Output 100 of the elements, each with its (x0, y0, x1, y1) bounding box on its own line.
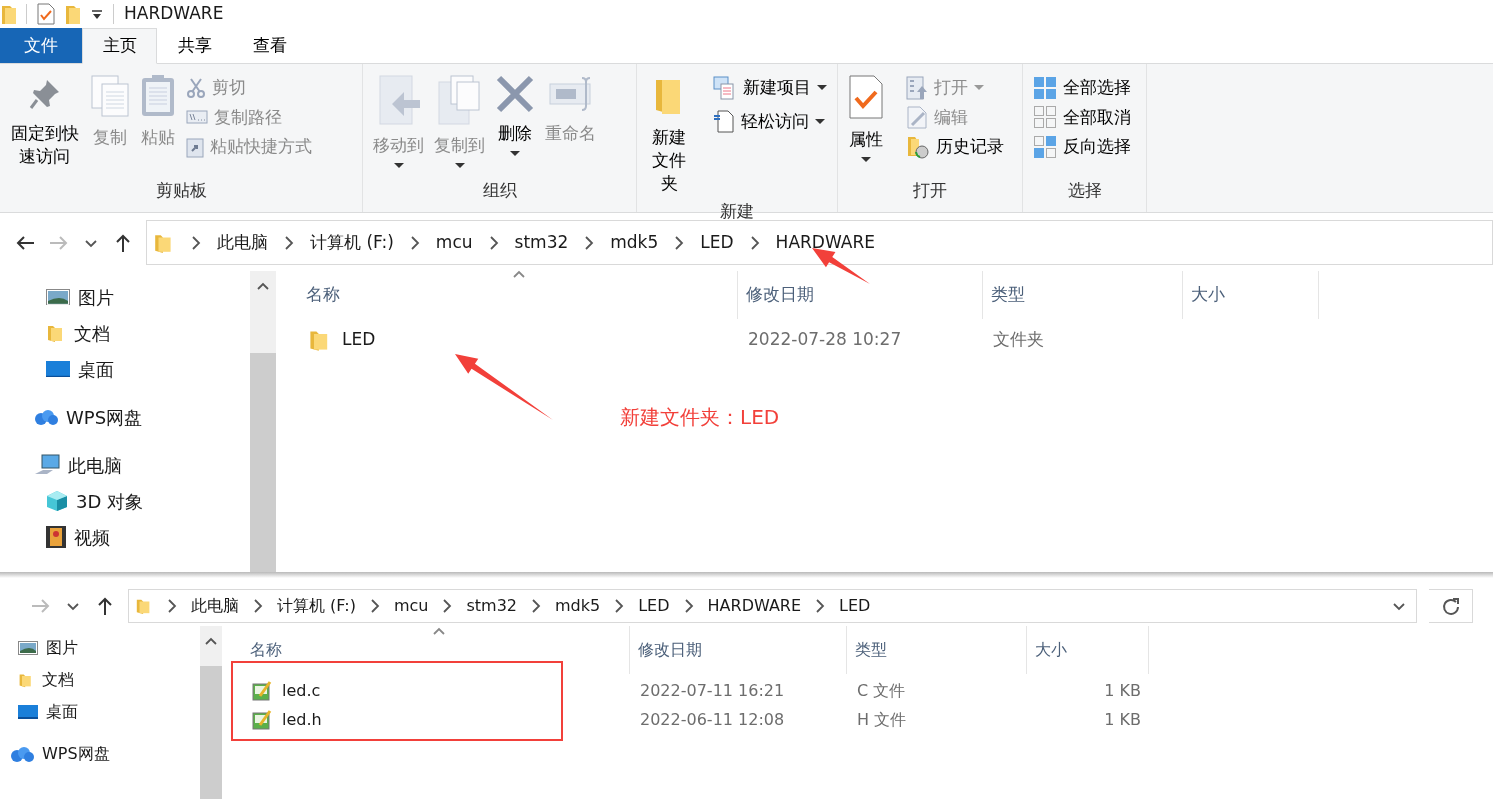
breadcrumb[interactable]: stm32 (514, 229, 569, 256)
cloud-icon (10, 746, 34, 762)
folder-icon (2, 3, 16, 25)
breadcrumb[interactable]: 计算机 (F:) (310, 229, 394, 256)
file-item[interactable]: LED (300, 327, 740, 353)
scrollbar-thumb[interactable] (250, 353, 276, 572)
ribbon-button[interactable]: 历史记录 (904, 133, 1006, 161)
ribbon-button[interactable]: 轻松访问 (711, 107, 829, 135)
breadcrumb[interactable]: LED (638, 594, 670, 618)
nav-item[interactable]: 此电脑 (0, 447, 250, 483)
nav-item[interactable]: 视频 (0, 519, 250, 555)
documents-icon (89, 74, 130, 118)
column-header[interactable]: 大小 (1027, 626, 1149, 674)
select-none-icon (1033, 105, 1057, 130)
ribbon-button[interactable]: 全部取消 (1031, 103, 1133, 131)
breadcrumb[interactable]: 此电脑 (191, 594, 239, 618)
ribbon-button[interactable]: 新建项目 (711, 74, 829, 102)
breadcrumb[interactable]: LED (839, 594, 871, 618)
group-label: 打开 (912, 179, 948, 202)
scrollbar-thumb[interactable] (200, 666, 222, 799)
code-file-icon (252, 709, 272, 730)
column-header[interactable]: 修改日期 (630, 626, 847, 674)
nav-item[interactable]: 桌面 (0, 696, 200, 728)
table-cell-text: H 文件 (856, 708, 908, 731)
copy-to-icon (436, 74, 483, 126)
nav-item[interactable]: 图片 (0, 632, 200, 664)
new-item-icon (713, 75, 737, 100)
refresh-button[interactable] (1429, 589, 1473, 623)
properties-icon[interactable] (37, 3, 55, 25)
ribbon-button[interactable]: 全部选择 (1031, 74, 1133, 102)
table-cell-text: C 文件 (856, 679, 907, 702)
customize-toolbar-icon[interactable] (91, 8, 103, 20)
folder-icon (18, 672, 34, 688)
history-icon (906, 134, 930, 159)
computer-icon (34, 454, 60, 476)
column-header[interactable]: 类型 (847, 626, 1027, 674)
ribbon-button[interactable]: 反向选择 (1031, 133, 1133, 161)
table-cell-text: 1 KB (1103, 708, 1142, 731)
breadcrumb[interactable]: mdk5 (610, 229, 659, 256)
desktop-icon (18, 705, 38, 719)
breadcrumb[interactable]: HARDWARE (707, 594, 802, 618)
breadcrumb[interactable]: mdk5 (555, 594, 601, 618)
breadcrumb[interactable]: mcu (393, 594, 429, 618)
checkmark-document-icon (848, 74, 884, 120)
table-cell-text: 文件夹 (992, 328, 1045, 352)
file-item[interactable]: led.c (244, 678, 632, 703)
ribbon-button[interactable]: 新建文件夹 (645, 70, 693, 199)
table-cell-text: 1 KB (1103, 679, 1142, 702)
column-header[interactable]: 名称 (298, 271, 738, 319)
edit-icon (906, 105, 928, 130)
annotation-text: 新建文件夹：LED (620, 404, 780, 431)
table-cell-text: 2022-06-11 12:08 (639, 708, 786, 731)
film-icon (46, 526, 66, 548)
nav-item[interactable]: WPS网盘 (0, 399, 250, 435)
ribbon-button[interactable]: 固定到快速访问 (8, 70, 82, 178)
select-all-icon (1033, 75, 1057, 100)
nav-item[interactable]: 文档 (0, 664, 200, 696)
ribbon-tab[interactable]: 共享 (157, 28, 232, 63)
picture-icon (46, 288, 70, 306)
refresh-icon (1440, 596, 1461, 616)
breadcrumb[interactable]: 计算机 (F:) (277, 594, 356, 618)
invert-selection-icon (1033, 134, 1057, 159)
column-header[interactable]: 大小 (1183, 271, 1319, 319)
nav-item[interactable]: 图片 (0, 279, 250, 315)
nav-item[interactable]: 文档 (0, 315, 250, 351)
delete-icon (495, 74, 535, 114)
nav-item[interactable]: 桌面 (0, 351, 250, 387)
file-item[interactable]: led.h (244, 707, 632, 732)
ribbon-button[interactable]: 属性 (846, 70, 886, 178)
ribbon-button[interactable]: 删除 (493, 70, 537, 178)
address-bar[interactable]: 此电脑 计算机 (F:) mcu stm32 mdk5 LED HARDWARE (146, 220, 1493, 265)
breadcrumb[interactable]: stm32 (466, 594, 517, 618)
desktop-icon (46, 360, 70, 378)
ribbon-tab[interactable]: 主页 (82, 28, 157, 64)
breadcrumb[interactable]: HARDWARE (775, 229, 875, 256)
breadcrumb[interactable]: LED (700, 229, 734, 256)
document-icon (713, 109, 735, 134)
group-label: 剪贴板 (154, 179, 208, 202)
cube-icon (46, 490, 68, 512)
scissors-icon (185, 76, 206, 99)
group-label: 组织 (481, 179, 518, 202)
picture-icon (18, 641, 38, 655)
nav-item[interactable]: 3D 对象 (0, 483, 250, 519)
column-header[interactable]: 类型 (983, 271, 1183, 319)
table-cell-text: 2022-07-28 10:27 (747, 328, 903, 352)
table-cell-text: 2022-07-11 16:21 (639, 679, 786, 702)
group-label: 新建 (719, 199, 755, 223)
path-icon (185, 110, 208, 125)
cloud-icon (34, 409, 58, 425)
breadcrumb[interactable]: mcu (435, 229, 473, 256)
breadcrumb[interactable]: 此电脑 (217, 229, 268, 256)
nav-item[interactable]: WPS网盘 (0, 738, 200, 770)
column-header[interactable]: 名称 (242, 626, 630, 674)
annotation-arrow (812, 248, 870, 284)
address-bar[interactable]: 此电脑 计算机 (F:) mcu stm32 mdk5 LED HARDWARE LED (128, 589, 1417, 623)
file-tab[interactable]: 文件 (0, 28, 82, 63)
ribbon-tab[interactable]: 查看 (232, 28, 307, 63)
clipboard-icon (139, 74, 176, 118)
window-title: HARDWARE (124, 2, 224, 26)
open-icon (906, 75, 928, 100)
